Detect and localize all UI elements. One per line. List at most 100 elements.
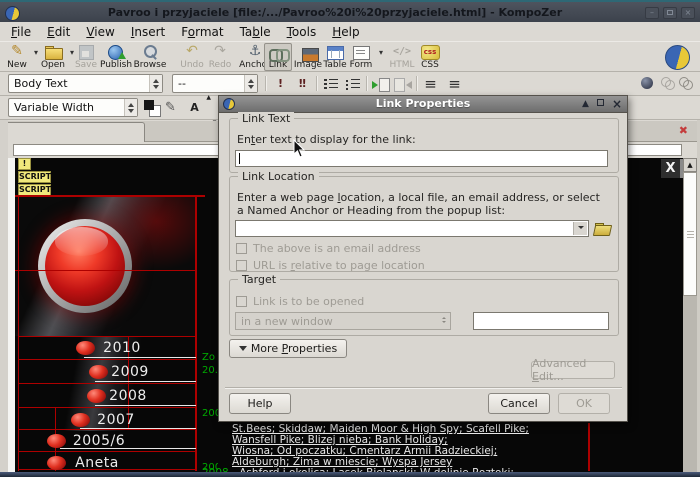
- dark-sphere-tool-icon[interactable]: [641, 77, 653, 89]
- dialog-close-button[interactable]: ×: [612, 97, 622, 111]
- combobox-arrow-icon[interactable]: [573, 222, 587, 235]
- kompozer-logo-icon: [5, 6, 20, 21]
- relative-url-checkbox[interactable]: [236, 260, 247, 271]
- undo-button[interactable]: ↶ Undo: [178, 43, 206, 71]
- kompozer-throbber-globe-icon: [665, 45, 690, 70]
- overlap-circles-tool-icon-2[interactable]: [679, 77, 691, 89]
- year-menu-link[interactable]: 2009: [111, 364, 149, 380]
- scrollbar-grip-icon: [687, 231, 694, 238]
- scrollbar-thumb[interactable]: [683, 172, 697, 296]
- align-left-button[interactable]: ≡: [420, 74, 441, 93]
- form-button[interactable]: Form ▾: [347, 43, 375, 71]
- minimize-button[interactable]: –: [645, 7, 659, 19]
- email-address-checkbox[interactable]: [236, 243, 247, 254]
- maximize-icon: [667, 10, 673, 15]
- menu-view[interactable]: View: [78, 23, 122, 41]
- outdent-button[interactable]: [392, 74, 413, 93]
- link-text-label: Enter text to display for the link:: [237, 133, 416, 146]
- anchor-icon: ⚓: [245, 44, 265, 60]
- table-button[interactable]: Table: [320, 43, 350, 71]
- scroll-up-button[interactable]: ▲: [683, 158, 697, 172]
- paragraph-format-select[interactable]: Body Text: [8, 74, 163, 93]
- font-family-select[interactable]: Variable Width: [8, 98, 138, 117]
- window-title: Pavroo i przyjaciele [file:/.../Pavroo%2…: [40, 6, 630, 19]
- year-fragment: 200: [202, 408, 218, 419]
- dialog-maximize-button[interactable]: [597, 97, 604, 111]
- font-size-select[interactable]: --: [172, 74, 258, 93]
- menu-format[interactable]: Format: [173, 23, 231, 41]
- numbered-list-icon: [321, 76, 341, 92]
- more-properties-button[interactable]: More Properties: [229, 339, 347, 358]
- text-caret: [239, 153, 240, 164]
- maximize-button[interactable]: [663, 7, 677, 19]
- new-page-icon: ✎: [7, 44, 27, 60]
- decrease-font-button[interactable]: A▲: [184, 98, 205, 117]
- choose-file-button[interactable]: [593, 220, 611, 237]
- html-button[interactable]: </> HTML: [386, 43, 418, 71]
- overlap-circles-tool-icon[interactable]: [661, 77, 673, 89]
- menu-bullet-icon: [87, 389, 106, 403]
- link-text-input[interactable]: [235, 150, 608, 167]
- maximize-icon: [597, 99, 604, 106]
- link-button[interactable]: Link: [264, 43, 292, 71]
- align-right-button[interactable]: ≡: [444, 74, 465, 93]
- link-open-checkbox[interactable]: [236, 296, 247, 307]
- link-location-combobox[interactable]: [235, 220, 589, 237]
- cancel-button[interactable]: Cancel: [488, 393, 550, 414]
- year-menu-link[interactable]: 2005/6: [73, 433, 125, 449]
- year-menu-link[interactable]: 2008: [109, 388, 147, 404]
- broken-image-icon[interactable]: X: [661, 159, 683, 178]
- publish-button[interactable]: Publish: [100, 43, 132, 71]
- bullet-list-button[interactable]: [342, 74, 363, 93]
- menu-insert[interactable]: Insert: [123, 23, 173, 41]
- close-button[interactable]: ×: [681, 7, 695, 19]
- target-frame-input[interactable]: [473, 312, 609, 330]
- browse-button[interactable]: Browse: [133, 43, 167, 71]
- menu-table[interactable]: Table: [232, 23, 279, 41]
- strong-emphasis-button[interactable]: ‼: [292, 74, 313, 93]
- save-button[interactable]: Save: [72, 43, 100, 71]
- close-tab-icon[interactable]: ✖: [679, 124, 688, 137]
- indent-button[interactable]: [370, 74, 391, 93]
- text-color-swatch[interactable]: [144, 100, 156, 112]
- menu-bullet-icon: [71, 413, 90, 427]
- warning-badge[interactable]: !: [18, 158, 31, 170]
- highlight-pen-button[interactable]: ✎: [160, 98, 181, 117]
- toolbar-separator: [265, 76, 266, 91]
- menu-file[interactable]: File: [3, 23, 39, 41]
- relative-url-checkbox-row: URL is relative to page location: [236, 259, 425, 272]
- table-border: [18, 336, 196, 337]
- document-tab[interactable]: [2, 122, 145, 142]
- redo-button[interactable]: ↷ Redo: [206, 43, 234, 71]
- table-border: [15, 195, 205, 197]
- target-window-select[interactable]: in a new window: [235, 312, 451, 330]
- new-button[interactable]: ✎ New ▾: [2, 43, 32, 71]
- script-badge[interactable]: SCRIPT: [18, 171, 51, 183]
- help-button[interactable]: Help: [229, 393, 291, 414]
- indent-icon: [371, 76, 391, 92]
- menu-tools[interactable]: Tools: [279, 23, 325, 41]
- dialog-shade-button[interactable]: ▲: [582, 97, 589, 111]
- numbered-list-button[interactable]: [320, 74, 341, 93]
- format-toolbar: Body Text -- ! ‼ ≡ ≡: [0, 72, 700, 96]
- year-menu-link[interactable]: Aneta: [75, 455, 119, 471]
- image-icon: [300, 46, 320, 62]
- css-button[interactable]: css CSS: [416, 43, 444, 71]
- form-dropdown-icon[interactable]: ▾: [379, 48, 383, 57]
- menu-help[interactable]: Help: [324, 23, 367, 41]
- emphasis-button[interactable]: !: [270, 74, 291, 93]
- year-menu-link[interactable]: 2010: [103, 340, 141, 356]
- email-address-checkbox-label: The above is an email address: [253, 242, 421, 255]
- select-spin-icon: [442, 315, 446, 325]
- menu-underline: [60, 448, 196, 449]
- advanced-edit-button[interactable]: Advanced Edit...: [531, 361, 615, 379]
- menu-edit[interactable]: Edit: [39, 23, 78, 41]
- vertical-scrollbar[interactable]: ▲: [683, 158, 697, 472]
- dialog-titlebar[interactable]: Link Properties ▲ ×: [219, 96, 627, 113]
- open-button[interactable]: Open ▾: [38, 43, 68, 71]
- dialog-title: Link Properties: [219, 97, 627, 110]
- year-menu-link[interactable]: 2007: [97, 412, 135, 428]
- browse-magnifier-icon: [140, 44, 160, 60]
- window-titlebar[interactable]: Pavroo i przyjaciele [file:/.../Pavroo%2…: [0, 0, 700, 22]
- ok-button[interactable]: OK: [558, 393, 610, 414]
